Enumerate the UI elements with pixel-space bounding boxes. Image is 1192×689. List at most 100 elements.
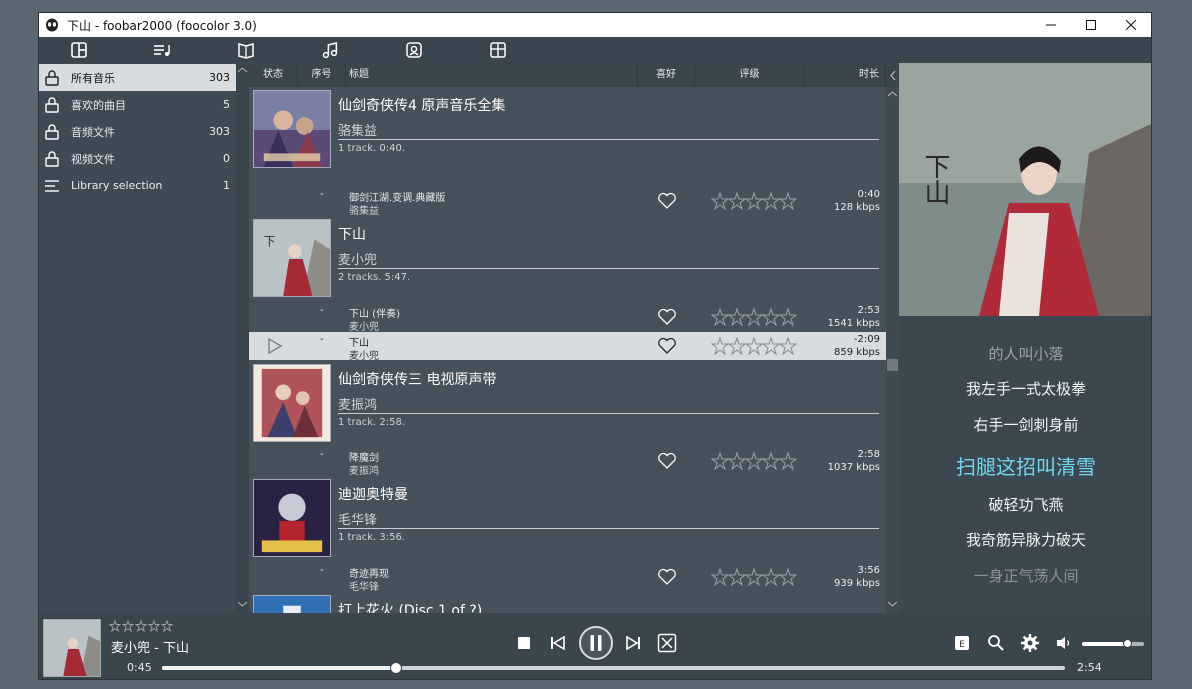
album-group[interactable]: 迪迦奥特曼 毛华锋 1 track. 3:56. — [249, 476, 886, 562]
column-number[interactable]: 序号 — [298, 63, 346, 87]
track-artist: 毛华锋 — [349, 582, 379, 593]
sidebar-item-video-files[interactable]: 视频文件 0 — [39, 145, 236, 172]
album-cover — [253, 479, 331, 557]
stop-icon[interactable] — [514, 633, 534, 653]
scrollbar-thumb[interactable] — [887, 359, 898, 371]
album-group[interactable]: 仙剑奇侠传三 电视原声带 麦振鸿 1 track. 2:58. — [249, 361, 886, 447]
next-icon[interactable] — [623, 633, 643, 653]
album-cover — [253, 364, 331, 442]
previous-icon[interactable] — [548, 633, 568, 653]
playback-bar: 麦小兜 - 下山 0:45 2:54 E — [39, 613, 1151, 679]
album-cover — [253, 90, 331, 168]
chevron-down-icon[interactable] — [238, 601, 247, 607]
sidebar-item-favorites[interactable]: 喜欢的曲目 5 — [39, 91, 236, 118]
rating-stars[interactable] — [711, 452, 797, 470]
sidebar-item-count: 1 — [223, 179, 230, 192]
now-playing-cover[interactable] — [43, 619, 101, 677]
album-artist: 毛华锋 — [338, 513, 378, 528]
album-view-icon[interactable] — [237, 41, 255, 59]
heart-icon[interactable] — [657, 337, 677, 355]
view-toolbar — [39, 37, 1151, 63]
column-header: 状态 序号 标题 喜好 评级 时长 — [249, 63, 899, 87]
chevron-up-icon[interactable] — [238, 67, 247, 73]
volume-slider-handle[interactable] — [1122, 639, 1132, 648]
lock-icon — [45, 69, 59, 86]
column-duration[interactable]: 时长 — [805, 63, 886, 87]
close-icon — [1126, 20, 1136, 30]
shuffle-icon[interactable] — [657, 633, 677, 653]
track-duration: 3:56 — [857, 565, 880, 576]
seek-bar-handle[interactable] — [389, 662, 402, 674]
now-playing-rating[interactable] — [109, 620, 175, 632]
heart-icon[interactable] — [657, 452, 677, 470]
library-view-icon[interactable] — [70, 41, 88, 59]
seek-bar[interactable] — [162, 662, 1065, 674]
volume-icon[interactable] — [1054, 633, 1074, 653]
heart-icon[interactable] — [657, 568, 677, 586]
rating-stars[interactable] — [711, 308, 797, 326]
minimize-icon — [1046, 24, 1056, 26]
grid-view-icon[interactable] — [489, 41, 507, 59]
playlist-view-icon[interactable] — [153, 41, 171, 59]
pause-button[interactable] — [578, 625, 614, 661]
track-row[interactable]: - 奇迹再现 毛华锋 3:56 939 kbps — [249, 563, 886, 593]
sidebar-scrollbar[interactable] — [236, 63, 249, 613]
maximize-icon — [1086, 20, 1096, 30]
track-bitrate: 1037 kbps — [827, 462, 880, 473]
lyric-line-current: 扫腿这招叫清雪 — [956, 455, 1096, 479]
sidebar-item-label: 喜欢的曲目 — [71, 98, 126, 112]
album-group[interactable]: 打上花火 (Disc 1 of ?) — [249, 592, 886, 613]
maximize-button[interactable] — [1071, 13, 1111, 37]
search-icon[interactable] — [986, 633, 1006, 653]
sidebar-item-all-music[interactable]: 所有音乐 303 — [39, 64, 236, 91]
column-like[interactable]: 喜好 — [638, 63, 695, 87]
rating-stars[interactable] — [711, 568, 797, 586]
sidebar-item-label: 所有音乐 — [71, 71, 115, 85]
gear-icon[interactable] — [1020, 633, 1040, 653]
track-number: - — [320, 334, 324, 345]
track-row-now-playing[interactable]: - 下山 麦小兜 -2:09 859 kbps — [249, 332, 886, 362]
album-divider — [338, 528, 879, 529]
chevron-down-icon[interactable] — [888, 601, 897, 607]
volume-slider-fill — [1082, 642, 1127, 646]
window-title: 下山 - foobar2000 (foocolor 3.0) — [67, 18, 257, 33]
track-artist: 麦小兜 — [349, 351, 379, 362]
music-note-icon[interactable] — [321, 41, 339, 59]
album-info: 1 track. 2:58. — [338, 417, 405, 428]
track-duration: 2:58 — [857, 449, 880, 460]
lock-icon — [45, 96, 59, 113]
column-status[interactable]: 状态 — [249, 63, 298, 87]
track-row[interactable]: - 降魔剑 麦振鸿 2:58 1037 kbps — [249, 447, 886, 477]
album-group[interactable]: 下 下山 麦小兜 2 tracks. 5:47. — [249, 216, 886, 302]
track-number: - — [320, 189, 324, 200]
total-time: 2:54 — [1077, 661, 1102, 674]
rating-stars[interactable] — [711, 192, 797, 210]
volume-slider[interactable] — [1082, 639, 1144, 648]
artist-view-icon[interactable] — [405, 41, 423, 59]
rating-stars[interactable] — [711, 337, 797, 355]
column-rating[interactable]: 评级 — [695, 63, 805, 87]
track-artist: 骆集益 — [349, 206, 379, 217]
sidebar-item-audio-files[interactable]: 音频文件 303 — [39, 118, 236, 145]
playlist-scrollbar[interactable] — [886, 87, 899, 613]
output-device-icon[interactable]: E — [952, 633, 972, 653]
track-duration: 0:40 — [857, 189, 880, 200]
track-bitrate: 1541 kbps — [827, 318, 880, 329]
chevron-up-icon[interactable] — [888, 91, 897, 97]
collapse-panel-icon[interactable] — [890, 71, 896, 80]
album-title: 下山 — [338, 227, 366, 243]
minimize-button[interactable] — [1031, 13, 1071, 37]
album-artist: 骆集益 — [338, 124, 378, 139]
track-bitrate: 128 kbps — [834, 202, 880, 213]
column-title[interactable]: 标题 — [346, 63, 638, 87]
heart-icon[interactable] — [657, 308, 677, 326]
track-row[interactable]: - 御剑江湖.变调.典藏版 骆集益 0:40 128 kbps — [249, 187, 886, 217]
album-group[interactable]: 仙剑奇侠传4 原声音乐全集 骆集益 1 track. 0:40. — [249, 87, 886, 173]
sidebar-item-library-selection[interactable]: Library selection 1 — [39, 172, 236, 199]
heart-icon[interactable] — [657, 192, 677, 210]
close-button[interactable] — [1111, 13, 1151, 37]
track-row[interactable]: - 下山 (伴奏) 麦小兜 2:53 1541 kbps — [249, 303, 886, 333]
now-playing-panel: 下山 的人叫小落 我左手一式太极拳 右手一剑刺身前 扫腿这招叫清雪 破轻功飞燕 … — [899, 63, 1151, 613]
album-title: 仙剑奇侠传三 电视原声带 — [338, 372, 497, 388]
track-duration: 2:53 — [857, 305, 880, 316]
